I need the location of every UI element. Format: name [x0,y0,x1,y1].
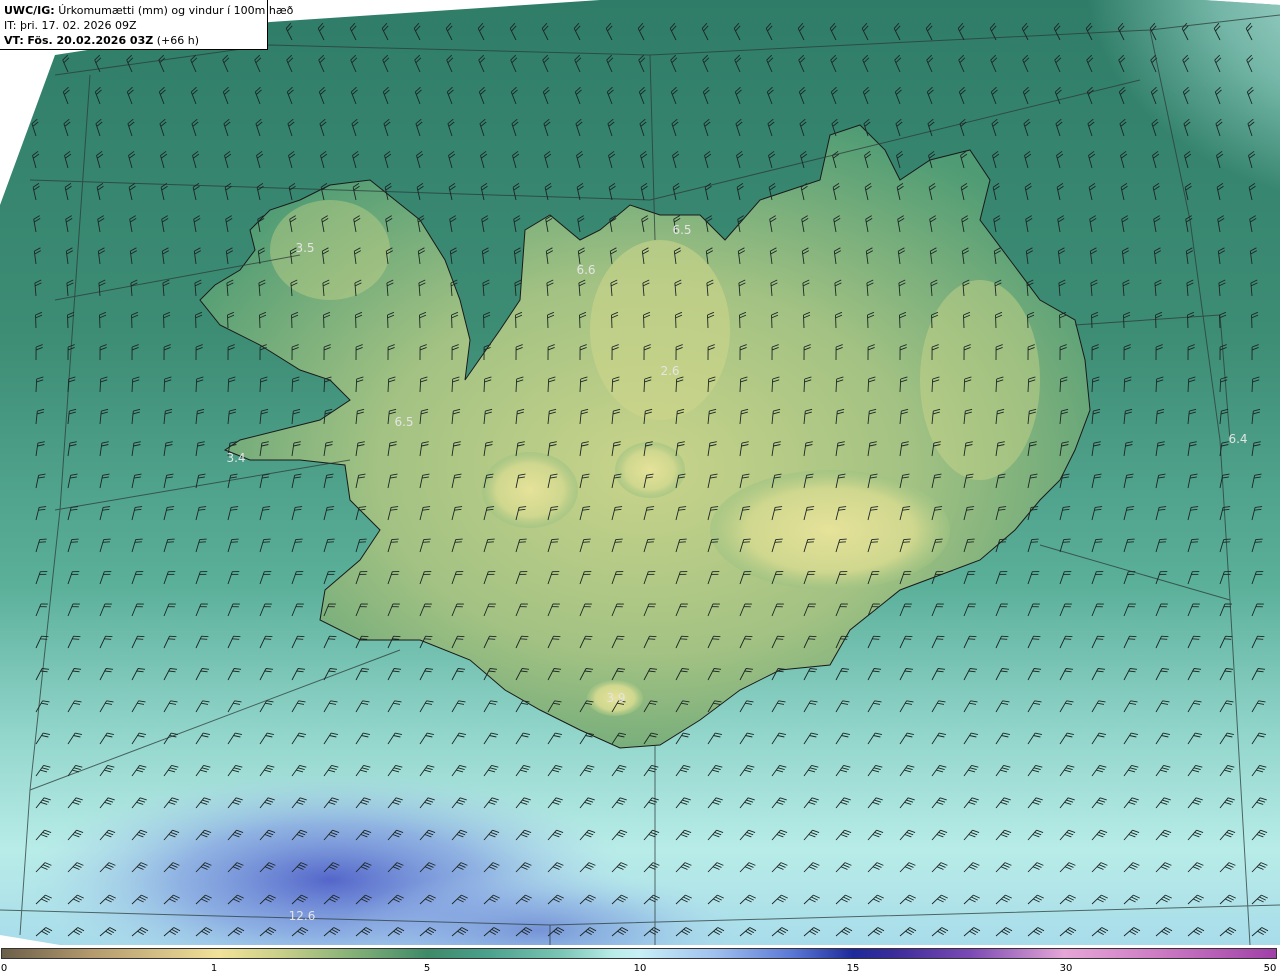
colorbar: 0 1 5 10 15 30 50 [0,945,1280,978]
precip-label-snaefellsnes: 3.4 [226,451,246,465]
map-canvas [0,0,1280,945]
colorbar-tick-15: 15 [846,963,860,974]
map-info-box: UWC/IG: Úrkomumætti (mm) og vindur í 100… [0,0,293,50]
init-time: IT: þri. 17. 02. 2026 09Z [4,19,137,32]
precip-label-south: 3.9 [606,691,626,705]
langjokull-glacier [482,452,578,528]
model-domain [0,0,1280,945]
precip-label-westfjords: 3.5 [295,241,315,255]
precip-label-north: 6.5 [672,223,692,237]
precip-label-west: 6.5 [394,415,414,429]
precip-label-north-west: 6.6 [576,263,596,277]
valid-prefix: VT: [4,34,24,47]
colorbar-tick-0: 0 [0,963,8,974]
colorbar-tick-30: 30 [1059,963,1073,974]
model-name: UWC/IG: [4,4,55,17]
precip-label-east-sea: 6.4 [1228,432,1248,446]
field-description: Úrkomumætti (mm) og vindur í 100m hæð [58,4,294,17]
precip-label-central-north: 2.6 [660,364,680,378]
colorbar-tick-50: 50 [1263,963,1277,974]
precip-label-south-sea: 12.6 [288,909,316,923]
valid-time: Fös. 20.02.2026 03Z [27,34,154,47]
hofsjokull-glacier [615,442,685,498]
weather-map: 3.5 6.6 6.5 2.6 6.5 3.4 6.4 3.9 12.6 [0,0,1280,945]
colorbar-strip [1,948,1277,959]
colorbar-tick-10: 10 [633,963,647,974]
colorbar-tick-5: 5 [423,963,431,974]
colorbar-tick-1: 1 [210,963,218,974]
lead-time: (+66 h) [156,34,199,47]
